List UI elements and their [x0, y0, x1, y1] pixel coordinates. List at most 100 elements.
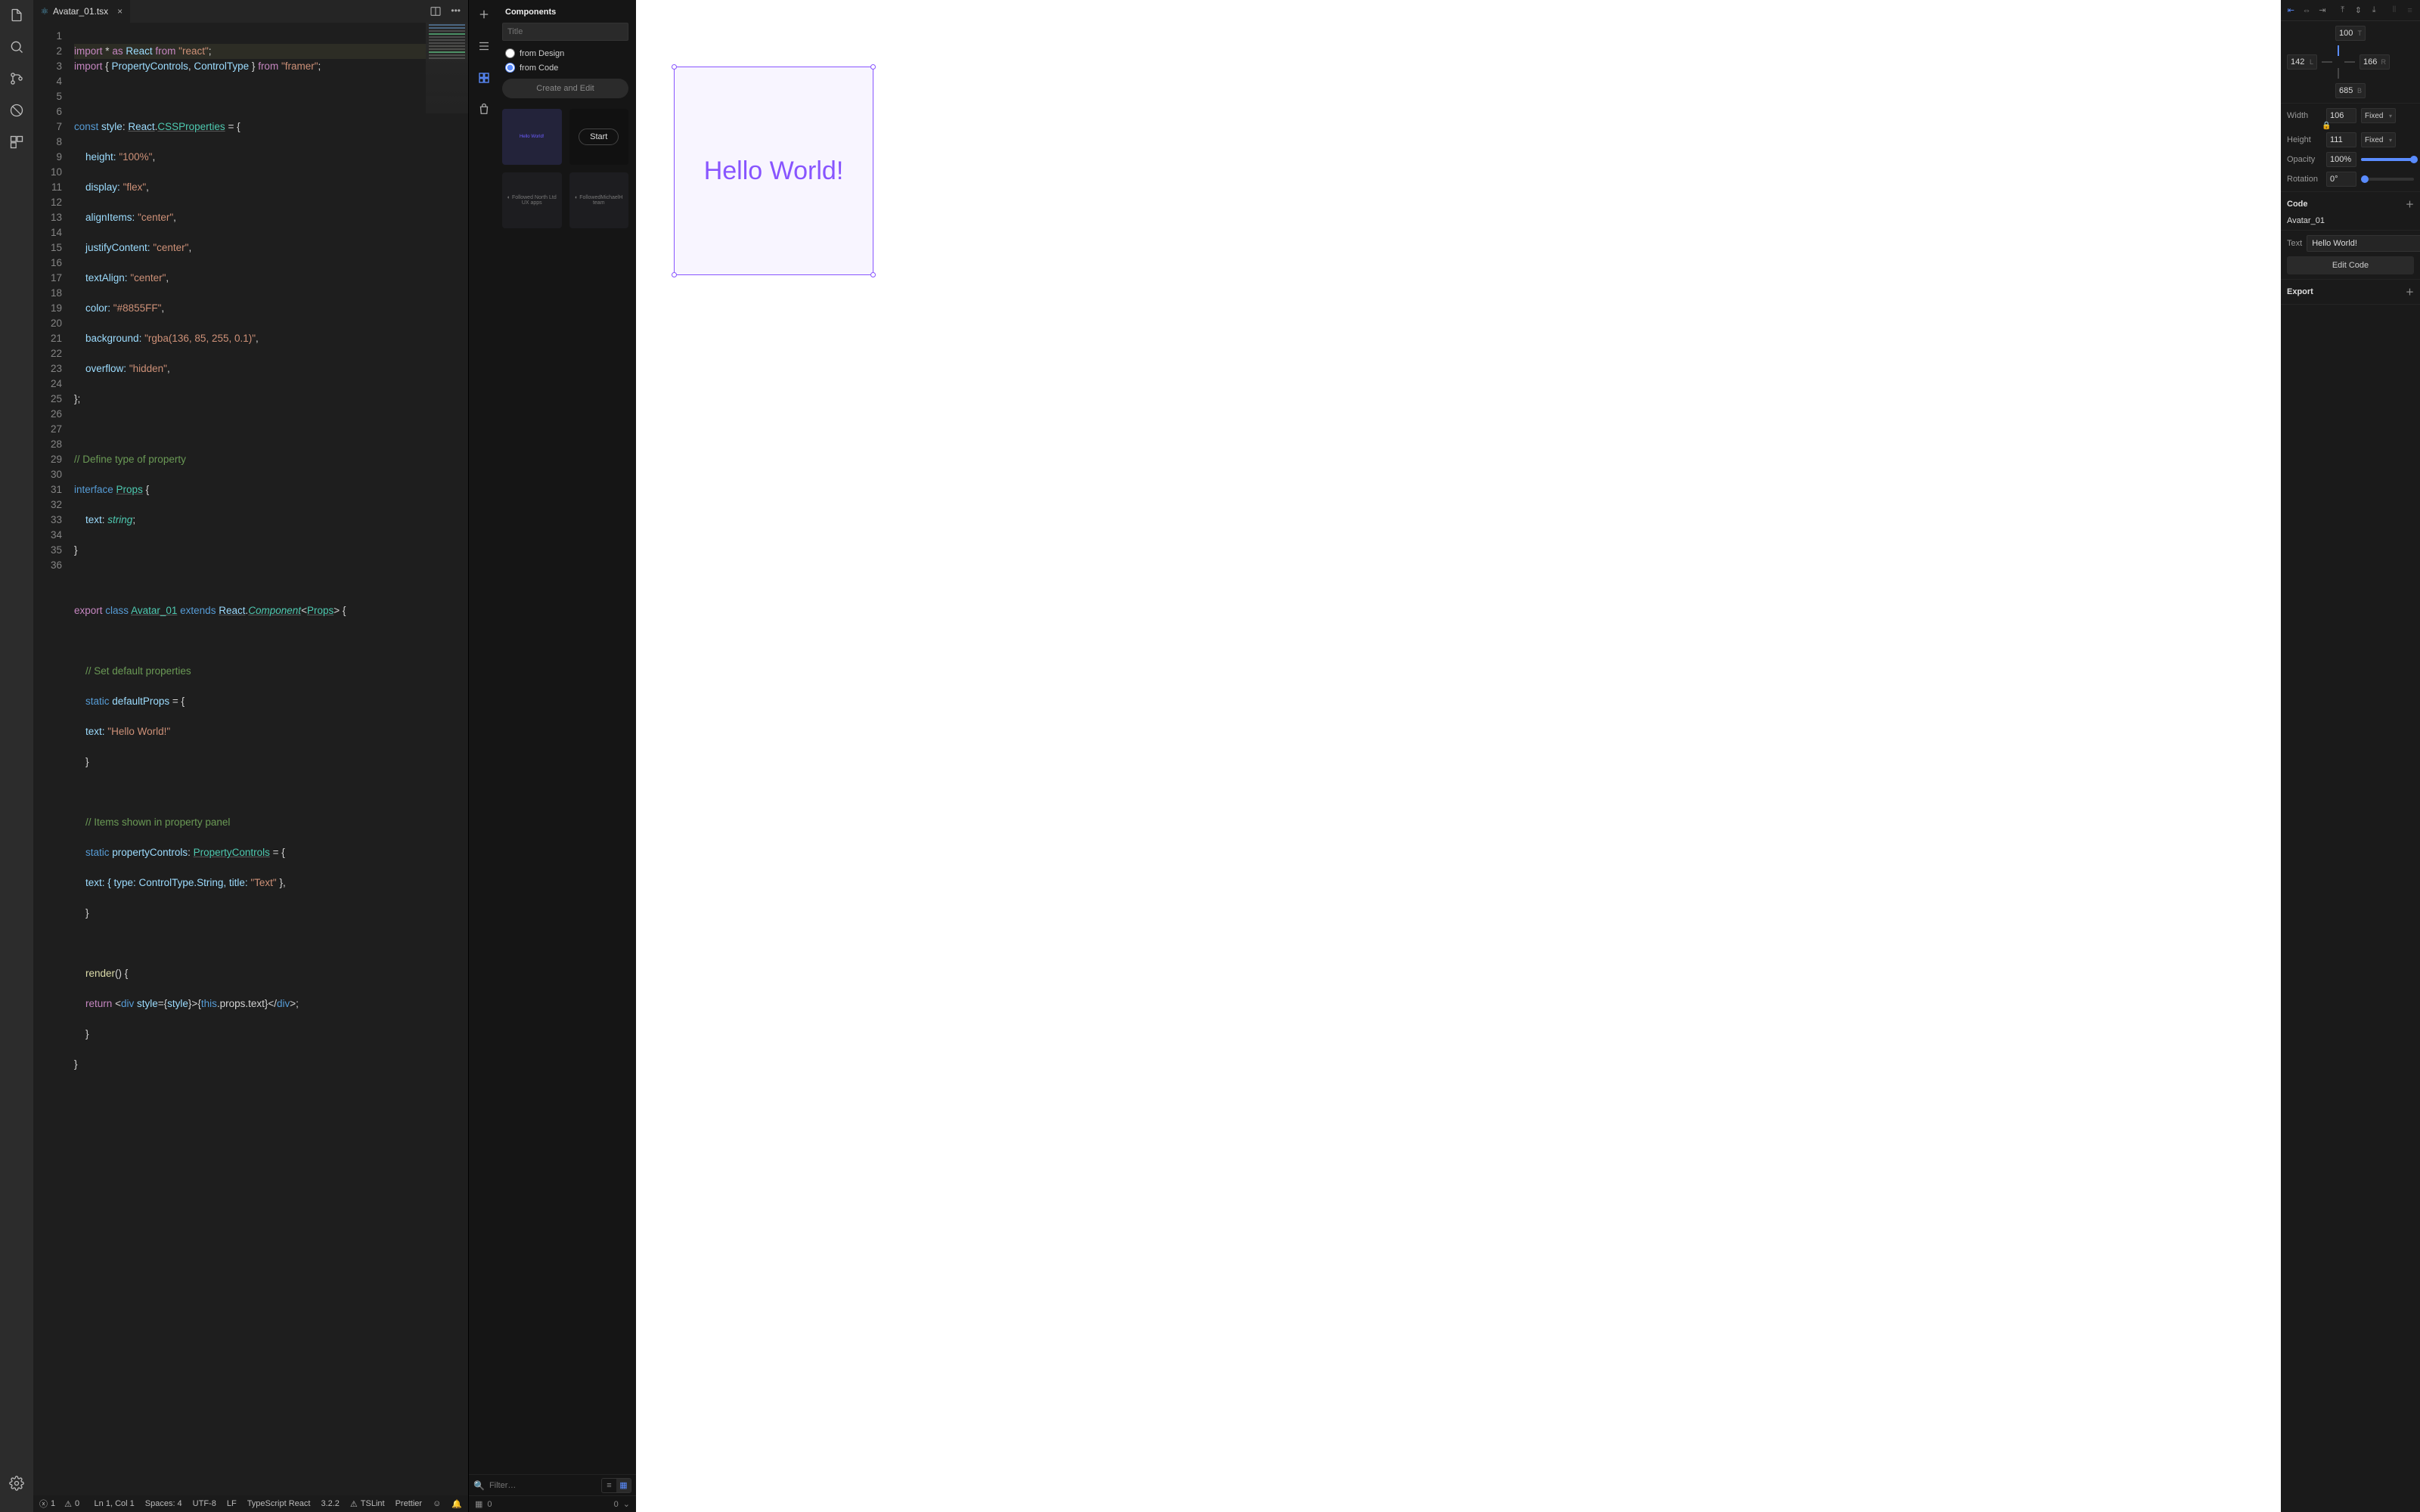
- layers-icon[interactable]: [477, 39, 491, 53]
- status-formatter[interactable]: Prettier: [396, 1499, 422, 1508]
- x-field[interactable]: 142L: [2287, 54, 2317, 70]
- status-bell-icon[interactable]: 🔔: [451, 1499, 462, 1509]
- debug-icon[interactable]: [8, 101, 26, 119]
- insert-icon[interactable]: [477, 8, 491, 21]
- add-export-button[interactable]: ＋: [2406, 286, 2414, 298]
- from-design-radio[interactable]: from Design: [505, 48, 628, 58]
- editor-tabbar: ⚛ Avatar_01.tsx × •••: [33, 0, 468, 23]
- b-field[interactable]: 685B: [2335, 83, 2366, 98]
- component-thumb-start[interactable]: Start: [569, 109, 629, 165]
- resize-handle[interactable]: [870, 64, 876, 70]
- rotation-slider[interactable]: [2361, 178, 2414, 181]
- add-code-button[interactable]: ＋: [2406, 198, 2414, 210]
- activity-bar: [0, 0, 33, 1512]
- status-spaces[interactable]: Spaces: 4: [145, 1499, 182, 1508]
- size-section: Width 106 Fixed▾ 🔒 Height 111 Fixed▾ Opa…: [2281, 104, 2420, 192]
- opacity-field[interactable]: 100%: [2326, 152, 2356, 167]
- status-ts-version[interactable]: 3.2.2: [321, 1499, 339, 1508]
- rotation-field[interactable]: 0°: [2326, 172, 2356, 187]
- split-editor-icon[interactable]: [430, 5, 442, 17]
- view-list-icon[interactable]: ≡: [602, 1479, 616, 1492]
- r-field[interactable]: 166R: [2360, 54, 2390, 70]
- width-label: Width: [2287, 111, 2322, 120]
- component-name: Avatar_01: [2287, 216, 2414, 225]
- filter-input[interactable]: [489, 1481, 597, 1490]
- status-warnings[interactable]: ⚠ 0: [64, 1499, 79, 1509]
- components-status: ▦ 0 0 ⌄: [469, 1495, 636, 1512]
- height-field[interactable]: 111: [2326, 132, 2356, 147]
- status-eol[interactable]: LF: [227, 1499, 237, 1508]
- status-lint[interactable]: ⚠ TSLint: [350, 1499, 385, 1509]
- status-lang[interactable]: TypeScript React: [247, 1499, 311, 1508]
- export-section: Export＋: [2281, 280, 2420, 305]
- y-field[interactable]: 100T: [2335, 26, 2366, 41]
- text-prop-section: Text Edit Code: [2281, 231, 2420, 280]
- line-gutter: 1234567891011121314151617181920212223242…: [33, 23, 70, 1495]
- source-control-icon[interactable]: [8, 70, 26, 88]
- align-left-icon[interactable]: ⇤: [2285, 5, 2297, 17]
- edit-code-button[interactable]: Edit Code: [2287, 256, 2414, 274]
- minimap[interactable]: [426, 23, 468, 113]
- code-section-title: Code: [2287, 200, 2308, 209]
- grid-icon: ▦: [475, 1499, 482, 1509]
- align-bottom-icon[interactable]: ⤓: [2369, 5, 2380, 17]
- code-editor[interactable]: 1234567891011121314151617181920212223242…: [33, 23, 468, 1495]
- settings-gear-icon[interactable]: [8, 1474, 26, 1492]
- status-feedback-icon[interactable]: ☺: [433, 1499, 441, 1508]
- more-icon[interactable]: •••: [451, 5, 461, 17]
- alignment-tools: ⇤ ⇔ ⇥ ⤒ ⇕ ⤓ ⫴ ≡: [2281, 0, 2420, 21]
- distribute-h-icon[interactable]: ⫴: [2389, 5, 2400, 17]
- status-cursor[interactable]: Ln 1, Col 1: [95, 1499, 135, 1508]
- rotation-label: Rotation: [2287, 175, 2322, 184]
- align-center-h-icon[interactable]: ⇔: [2301, 5, 2313, 17]
- editor-column: ⚛ Avatar_01.tsx × ••• 123456789101112131…: [33, 0, 468, 1512]
- chevron-down-icon[interactable]: ⌄: [623, 1499, 630, 1509]
- component-thumbnails: Hello World! Start ◐ Followed North LtdU…: [502, 109, 628, 228]
- component-thumb[interactable]: Hello World!: [502, 109, 562, 165]
- opacity-slider[interactable]: [2361, 158, 2414, 161]
- lock-icon[interactable]: 🔒: [2322, 122, 2331, 130]
- component-title-input[interactable]: [502, 23, 628, 41]
- status-bar: ⓧ 1 ⚠ 0 Ln 1, Col 1 Spaces: 4 UTF-8 LF T…: [33, 1495, 468, 1512]
- components-right-count: 0: [614, 1500, 619, 1509]
- framer-toolbar: [469, 0, 499, 1474]
- editor-tab[interactable]: ⚛ Avatar_01.tsx ×: [33, 0, 130, 23]
- status-encoding[interactable]: UTF-8: [193, 1499, 216, 1508]
- code-area[interactable]: import * as React from "react"; import {…: [70, 23, 468, 1495]
- components-icon[interactable]: [477, 71, 491, 85]
- resize-handle[interactable]: [672, 272, 677, 277]
- component-thumb[interactable]: ◐ FollowedMichaelHteam: [569, 172, 629, 228]
- position-section: 100T 142L 166R 685B: [2281, 21, 2420, 104]
- search-icon[interactable]: [8, 38, 26, 56]
- distribute-v-icon[interactable]: ≡: [2404, 5, 2415, 17]
- close-icon[interactable]: ×: [117, 6, 123, 17]
- from-code-radio[interactable]: from Code: [505, 63, 628, 73]
- canvas-frame[interactable]: Hello World!: [674, 67, 873, 275]
- store-icon[interactable]: [477, 103, 491, 116]
- create-and-edit-button[interactable]: Create and Edit: [502, 79, 628, 98]
- align-center-v-icon[interactable]: ⇕: [2353, 5, 2364, 17]
- component-thumb[interactable]: ◐ Followed North LtdUX apps: [502, 172, 562, 228]
- status-errors[interactable]: ⓧ 1: [39, 1498, 55, 1510]
- width-mode-select[interactable]: Fixed▾: [2361, 108, 2396, 123]
- extensions-icon[interactable]: [8, 133, 26, 151]
- inspector-panel: ⇤ ⇔ ⇥ ⤒ ⇕ ⤓ ⫴ ≡ 100T 142L 166R 685B: [2281, 0, 2420, 1512]
- app-root: ⚛ Avatar_01.tsx × ••• 123456789101112131…: [0, 0, 2420, 1512]
- canvas[interactable]: Hello World!: [636, 0, 2281, 1512]
- align-right-icon[interactable]: ⇥: [2317, 5, 2328, 17]
- components-count: 0: [487, 1500, 492, 1509]
- text-prop-input[interactable]: [2307, 235, 2420, 252]
- width-field[interactable]: 106: [2326, 108, 2356, 123]
- components-panel: Components from Design from Code Create …: [468, 0, 636, 1512]
- resize-handle[interactable]: [870, 272, 876, 277]
- components-filter-bar: 🔍 ≡ ▦: [469, 1474, 636, 1495]
- view-grid-icon[interactable]: ▦: [616, 1479, 631, 1492]
- react-file-icon: ⚛: [41, 8, 48, 15]
- canvas-hello-text: Hello World!: [675, 67, 873, 274]
- pin-control[interactable]: [2322, 45, 2355, 79]
- resize-handle[interactable]: [672, 64, 677, 70]
- opacity-label: Opacity: [2287, 155, 2322, 164]
- explorer-icon[interactable]: [8, 6, 26, 24]
- height-mode-select[interactable]: Fixed▾: [2361, 132, 2396, 147]
- align-top-icon[interactable]: ⤒: [2337, 5, 2348, 17]
